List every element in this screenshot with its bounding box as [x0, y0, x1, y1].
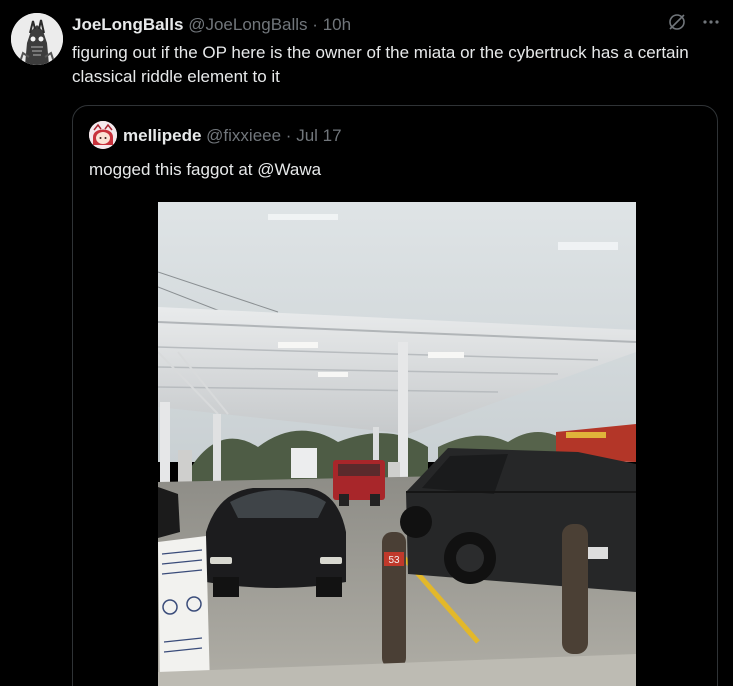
avatar[interactable]	[11, 13, 63, 65]
parking-lot-photo: 53	[158, 202, 636, 686]
quote-handle[interactable]: @fixxieee	[206, 126, 281, 145]
quote-text: mogged this faggot at @Wawa	[89, 160, 322, 179]
grok-icon[interactable]	[667, 12, 687, 32]
quote-avatar[interactable]	[89, 121, 117, 149]
quote-header: mellipede @fixxieee · Jul 17	[123, 125, 342, 147]
tweet[interactable]: JoeLongBalls @JoeLongBalls · 10h figurin…	[0, 0, 733, 686]
avatar-image	[11, 13, 63, 65]
quote-display-name[interactable]: mellipede	[123, 126, 201, 145]
quote-separator-dot: ·	[285, 126, 292, 145]
display-name[interactable]: JoeLongBalls	[72, 15, 183, 34]
separator-dot: ·	[312, 15, 318, 34]
timestamp[interactable]: 10h	[323, 15, 351, 34]
pillar-number: 53	[388, 555, 400, 566]
tweet-text: figuring out if the OP here is the owner…	[72, 43, 689, 86]
header-actions	[667, 12, 721, 32]
more-icon[interactable]	[701, 12, 721, 32]
quoted-tweet[interactable]: mellipede @fixxieee · Jul 17 mogged this…	[72, 105, 718, 686]
tweet-header: JoeLongBalls @JoeLongBalls · 10h	[72, 14, 351, 36]
quote-photo[interactable]: 53	[158, 202, 636, 686]
quote-avatar-image	[89, 121, 117, 149]
quote-timestamp[interactable]: Jul 17	[296, 126, 341, 145]
handle[interactable]: @JoeLongBalls	[188, 15, 307, 34]
